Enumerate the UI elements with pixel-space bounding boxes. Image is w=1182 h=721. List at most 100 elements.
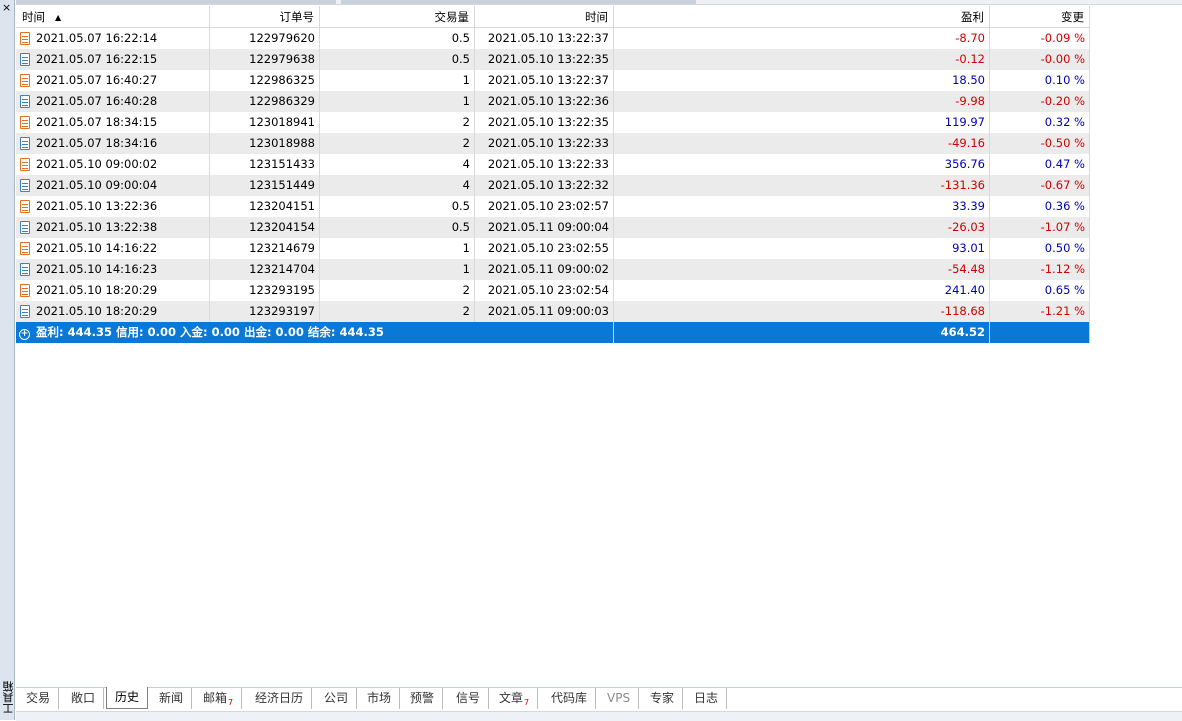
- cell-open-time: 2021.05.10 18:20:29: [16, 301, 210, 322]
- cell-volume: 1: [320, 70, 475, 91]
- tab-8[interactable]: 预警: [402, 688, 444, 709]
- tab-5[interactable]: 经济日历: [247, 688, 313, 709]
- cell-volume: 0.5: [320, 217, 475, 238]
- tab-13[interactable]: 专家: [642, 688, 684, 709]
- tab-2[interactable]: 历史: [106, 687, 149, 709]
- cell-profit: 33.39: [614, 196, 990, 217]
- cell-profit: -8.70: [614, 28, 990, 49]
- cell-change: -0.67 %: [990, 175, 1090, 196]
- table-row[interactable]: 2021.05.10 13:22:36 123204151 0.5 2021.05.1…: [16, 196, 1090, 217]
- cell-order: 122986329: [210, 91, 320, 112]
- buy-order-icon: [20, 53, 30, 66]
- cell-close-time: 2021.05.10 13:22:33: [475, 154, 614, 175]
- cell-volume: 2: [320, 112, 475, 133]
- tab-14[interactable]: 日志: [686, 688, 728, 709]
- cell-volume: 1: [320, 238, 475, 259]
- table-row[interactable]: 2021.05.10 13:22:38 123204154 0.5 2021.05.1…: [16, 217, 1090, 238]
- table-row[interactable]: 2021.05.10 14:16:23 123214704 1 2021.05.11 …: [16, 259, 1090, 280]
- cell-order: 123151449: [210, 175, 320, 196]
- cell-close-time: 2021.05.11 09:00:03: [475, 301, 614, 322]
- cell-order: 122986325: [210, 70, 320, 91]
- table-row[interactable]: 2021.05.10 18:20:29 123293197 2 2021.05.11 …: [16, 301, 1090, 322]
- cell-close-time: 2021.05.10 23:02:54: [475, 280, 614, 301]
- terminal-tab-bar: 交易 敞口 历史 新闻 邮箱7 经济日历 公司 市场 预警 信号 文章7 代码库 VPS 专家 日志: [16, 687, 1182, 711]
- tab-3[interactable]: 新闻: [151, 688, 193, 709]
- tab-6[interactable]: 公司: [316, 688, 358, 709]
- table-row[interactable]: 2021.05.10 09:00:02 123151433 4 2021.05.10 …: [16, 154, 1090, 175]
- cell-volume: 2: [320, 280, 475, 301]
- cell-order: 123214704: [210, 259, 320, 280]
- cell-open-time: 2021.05.10 09:00:04: [16, 175, 210, 196]
- table-row[interactable]: 2021.05.07 16:40:27 122986325 1 2021.05.10 …: [16, 70, 1090, 91]
- cell-change: -1.12 %: [990, 259, 1090, 280]
- header-open-time[interactable]: 时间 ▲: [16, 6, 210, 28]
- cell-profit: -131.36: [614, 175, 990, 196]
- cell-open-time: 2021.05.10 14:16:23: [16, 259, 210, 280]
- header-order[interactable]: 订单号: [210, 6, 320, 28]
- cell-profit: -54.48: [614, 259, 990, 280]
- header-close-time[interactable]: 时间: [475, 6, 614, 28]
- table-row[interactable]: 2021.05.07 16:22:15 122979638 0.5 2021.05.1…: [16, 49, 1090, 70]
- header-profit[interactable]: 盈利: [614, 6, 990, 28]
- cell-order: 123151433: [210, 154, 320, 175]
- cell-profit: -0.12: [614, 49, 990, 70]
- table-row[interactable]: 2021.05.07 18:34:16 123018988 2 2021.05.10 …: [16, 133, 1090, 154]
- cell-close-time: 2021.05.11 09:00:02: [475, 259, 614, 280]
- table-row[interactable]: 2021.05.07 16:40:28 122986329 1 2021.05.10 …: [16, 91, 1090, 112]
- cell-change: -1.07 %: [990, 217, 1090, 238]
- buy-order-icon: [20, 305, 30, 318]
- sell-order-icon: [20, 74, 30, 87]
- tab-0[interactable]: 交易: [18, 688, 60, 709]
- cell-open-time: 2021.05.10 13:22:38: [16, 217, 210, 238]
- cell-close-time: 2021.05.10 13:22:32: [475, 175, 614, 196]
- cell-order: 123018941: [210, 112, 320, 133]
- cell-change: 0.10 %: [990, 70, 1090, 91]
- cell-profit: 356.76: [614, 154, 990, 175]
- table-row[interactable]: 2021.05.07 18:34:15 123018941 2 2021.05.10 …: [16, 112, 1090, 133]
- tab-1[interactable]: 敞口: [63, 688, 105, 709]
- close-icon[interactable]: ×: [2, 2, 11, 13]
- header-change[interactable]: 变更: [990, 6, 1090, 28]
- cell-change: 0.36 %: [990, 196, 1090, 217]
- cell-close-time: 2021.05.10 13:22:36: [475, 91, 614, 112]
- buy-order-icon: [20, 221, 30, 234]
- tab-11[interactable]: 代码库: [543, 688, 597, 709]
- summary-row[interactable]: + 盈利: 444.35 信用: 0.00 入金: 0.00 出金: 0.00 结…: [16, 322, 1090, 343]
- cell-profit: 18.50: [614, 70, 990, 91]
- tab-badge: 7: [524, 698, 530, 707]
- top-scrollbar[interactable]: [16, 0, 1182, 5]
- tab-10[interactable]: 文章7: [491, 688, 539, 709]
- header-volume[interactable]: 交易量: [320, 6, 475, 28]
- cell-profit: 241.40: [614, 280, 990, 301]
- cell-volume: 4: [320, 175, 475, 196]
- cell-volume: 0.5: [320, 28, 475, 49]
- table-row[interactable]: 2021.05.10 14:16:22 123214679 1 2021.05.10 …: [16, 238, 1090, 259]
- table-row[interactable]: 2021.05.07 16:22:14 122979620 0.5 2021.05.1…: [16, 28, 1090, 49]
- cell-volume: 0.5: [320, 196, 475, 217]
- cell-volume: 2: [320, 301, 475, 322]
- cell-open-time: 2021.05.10 18:20:29: [16, 280, 210, 301]
- cell-change: 0.32 %: [990, 112, 1090, 133]
- tab-4[interactable]: 邮箱7: [195, 688, 243, 709]
- cell-open-time: 2021.05.07 18:34:16: [16, 133, 210, 154]
- cell-order: 122979638: [210, 49, 320, 70]
- buy-order-icon: [20, 263, 30, 276]
- buy-order-icon: [20, 137, 30, 150]
- cell-profit: -118.68: [614, 301, 990, 322]
- cell-close-time: 2021.05.10 13:22:37: [475, 70, 614, 91]
- tab-9[interactable]: 信号: [448, 688, 490, 709]
- expand-icon[interactable]: +: [19, 329, 30, 340]
- table-row[interactable]: 2021.05.10 09:00:04 123151449 4 2021.05.10 …: [16, 175, 1090, 196]
- cell-open-time: 2021.05.10 09:00:02: [16, 154, 210, 175]
- table-row[interactable]: 2021.05.10 18:20:29 123293195 2 2021.05.10 …: [16, 280, 1090, 301]
- history-table: 时间 ▲ 订单号 交易量 时间 盈利 变更 2021.05.07 16:22:14…: [16, 6, 1090, 343]
- summary-totals: + 盈利: 444.35 信用: 0.00 入金: 0.00 出金: 0.00 结…: [16, 322, 614, 343]
- cell-open-time: 2021.05.07 16:22:15: [16, 49, 210, 70]
- sell-order-icon: [20, 32, 30, 45]
- cell-profit: 93.01: [614, 238, 990, 259]
- tab-7[interactable]: 市场: [359, 688, 401, 709]
- toolbox-sidebar: × 工具箱: [0, 0, 15, 720]
- cell-change: -0.09 %: [990, 28, 1090, 49]
- sell-order-icon: [20, 200, 30, 213]
- tab-12[interactable]: VPS: [599, 688, 640, 709]
